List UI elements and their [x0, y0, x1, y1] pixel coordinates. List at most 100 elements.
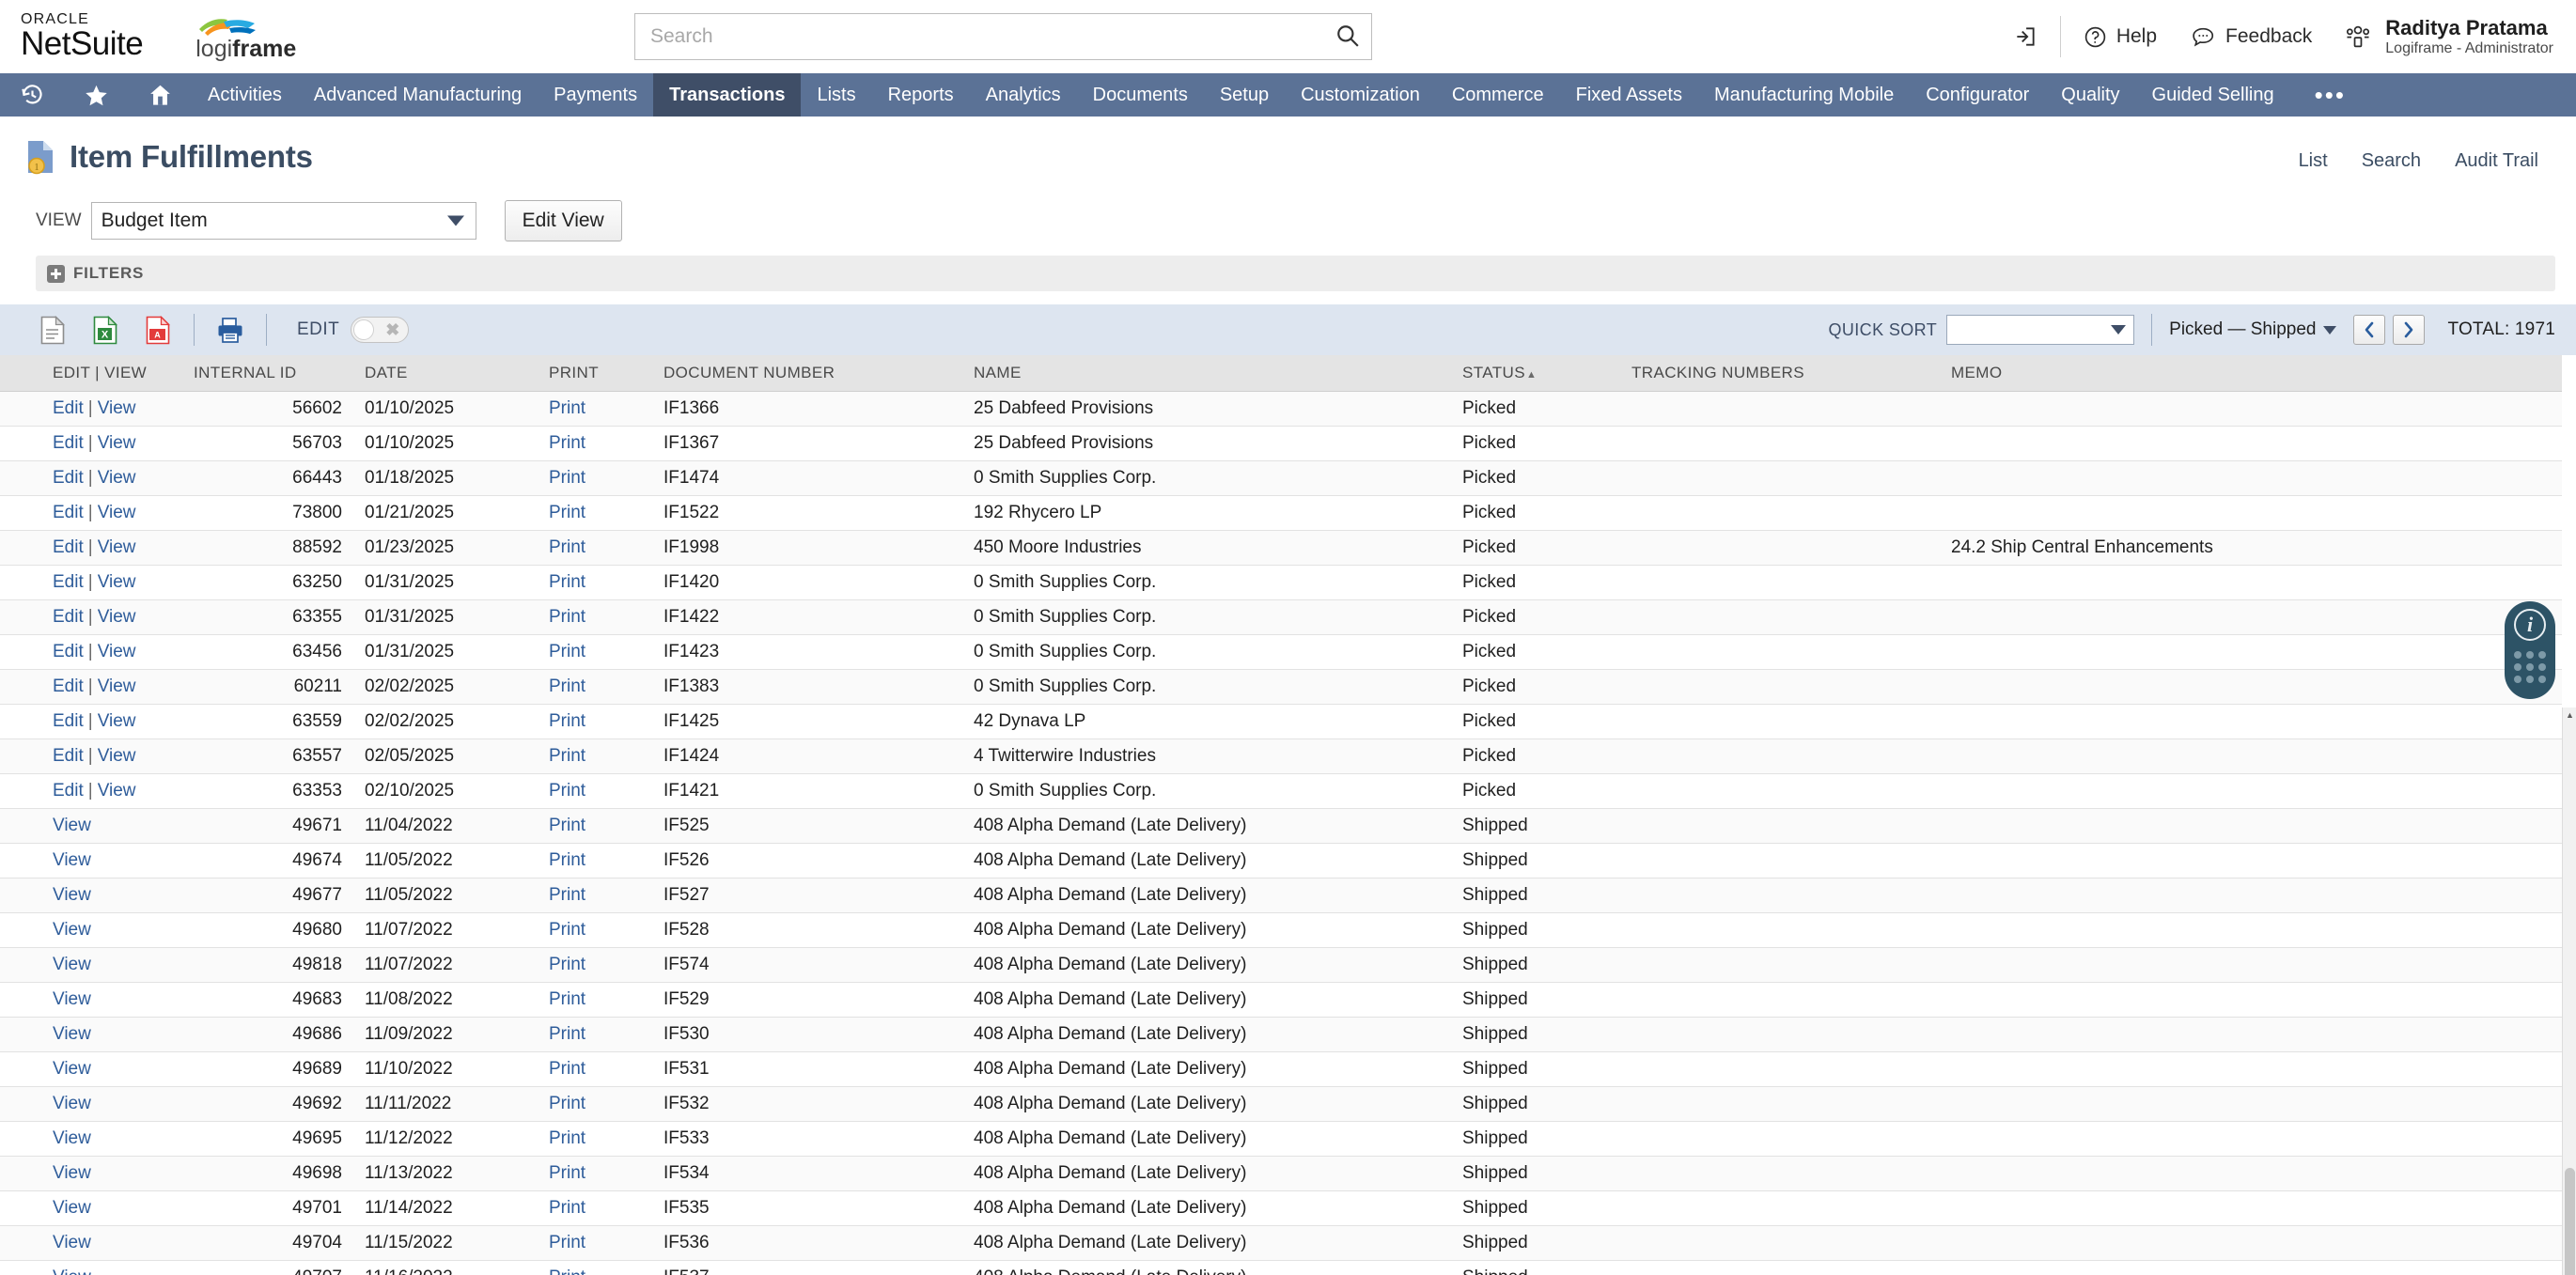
feedback-button[interactable]: Feedback	[2174, 16, 2329, 57]
cell-print-value[interactable]: Print	[549, 1059, 585, 1079]
column-header-date[interactable]: DATE	[348, 355, 536, 392]
edit-link[interactable]: Edit	[53, 676, 84, 696]
view-link[interactable]: View	[53, 1163, 91, 1183]
cell-print[interactable]: Print	[536, 1017, 658, 1052]
cell-print-value[interactable]: Print	[549, 607, 585, 627]
vertical-scrollbar[interactable]: ▲ ▼	[2562, 707, 2576, 1275]
view-select[interactable]: Budget Item	[90, 202, 476, 240]
edit-link[interactable]: Edit	[53, 746, 84, 766]
table-row[interactable]: Edit | View 63353 02/10/2025 Print IF1421 0 Smi…	[0, 773, 2562, 809]
table-row[interactable]: View 49689 11/10/2022 Print IF531 408 Alpha D…	[0, 1051, 2562, 1087]
view-link[interactable]: View	[53, 955, 91, 974]
cell-print[interactable]: Print	[536, 1260, 658, 1275]
cell-print[interactable]: Print	[536, 982, 658, 1018]
table-row[interactable]: Edit | View 73800 01/21/2025 Print IF1522 192 R…	[0, 495, 2562, 531]
cell-print[interactable]: Print	[536, 426, 658, 461]
cell-print[interactable]: Print	[536, 599, 658, 635]
nav-overflow-button[interactable]: •••	[2290, 73, 2370, 117]
cell-print[interactable]: Print	[536, 1086, 658, 1122]
table-row[interactable]: View 49701 11/14/2022 Print IF535 408 Alpha D…	[0, 1190, 2562, 1226]
view-link[interactable]: View	[53, 1233, 91, 1252]
nav-item-reports[interactable]: Reports	[872, 73, 970, 117]
view-link[interactable]: View	[53, 1128, 91, 1148]
cell-print-value[interactable]: Print	[549, 537, 585, 557]
view-link[interactable]: View	[98, 711, 136, 731]
table-row[interactable]: View 49818 11/07/2022 Print IF574 408 Alpha D…	[0, 947, 2562, 983]
cell-print[interactable]: Print	[536, 808, 658, 844]
search-icon[interactable]	[1333, 22, 1363, 52]
column-header-name[interactable]: NAME	[968, 355, 1457, 392]
view-link[interactable]: View	[53, 1059, 91, 1079]
edit-link[interactable]: Edit	[53, 433, 84, 453]
view-link[interactable]: View	[98, 468, 136, 488]
previous-page-button[interactable]	[2353, 315, 2386, 345]
table-row[interactable]: View 49680 11/07/2022 Print IF528 408 Alpha D…	[0, 912, 2562, 948]
view-link[interactable]: View	[98, 572, 136, 592]
cell-print[interactable]: Print	[536, 1156, 658, 1191]
nav-item-activities[interactable]: Activities	[192, 73, 298, 117]
cell-print-value[interactable]: Print	[549, 468, 585, 488]
table-row[interactable]: Edit | View 63557 02/05/2025 Print IF1424 4 Twi…	[0, 739, 2562, 774]
cell-print-value[interactable]: Print	[549, 711, 585, 731]
quick-add-button[interactable]	[1996, 16, 2054, 57]
nav-item-customization[interactable]: Customization	[1285, 73, 1436, 117]
cell-print-value[interactable]: Print	[549, 955, 585, 974]
nav-item-fixed-assets[interactable]: Fixed Assets	[1560, 73, 1698, 117]
export-csv-icon[interactable]	[26, 315, 79, 345]
view-link[interactable]: View	[98, 781, 136, 801]
column-header-tracking-numbers[interactable]: TRACKING NUMBERS	[1626, 355, 1945, 392]
view-link[interactable]: View	[53, 850, 91, 870]
edit-view-button[interactable]: Edit View	[504, 200, 622, 241]
table-row[interactable]: Edit | View 56703 01/10/2025 Print IF1367 25 Da…	[0, 426, 2562, 461]
export-pdf-icon[interactable]: A	[132, 315, 184, 345]
cell-print-value[interactable]: Print	[549, 1128, 585, 1148]
cell-print[interactable]: Print	[536, 495, 658, 531]
favorites-star-icon[interactable]	[64, 73, 128, 117]
filters-toggle[interactable]: FILTERS	[36, 256, 2555, 291]
cell-print[interactable]: Print	[536, 460, 658, 496]
cell-print-value[interactable]: Print	[549, 989, 585, 1009]
edit-link[interactable]: Edit	[53, 642, 84, 661]
nav-item-advanced-manufacturing[interactable]: Advanced Manufacturing	[298, 73, 538, 117]
cell-print[interactable]: Print	[536, 530, 658, 566]
view-link[interactable]: View	[98, 607, 136, 627]
table-row[interactable]: Edit | View 63355 01/31/2025 Print IF1422 0 Smi…	[0, 599, 2562, 635]
cell-print-value[interactable]: Print	[549, 1233, 585, 1252]
nav-item-setup[interactable]: Setup	[1204, 73, 1285, 117]
edit-link[interactable]: Edit	[53, 503, 84, 522]
cell-print-value[interactable]: Print	[549, 572, 585, 592]
cell-print[interactable]: Print	[536, 773, 658, 809]
cell-print[interactable]: Print	[536, 843, 658, 879]
column-header-document-number[interactable]: DOCUMENT NUMBER	[658, 355, 968, 392]
table-row[interactable]: Edit | View 63456 01/31/2025 Print IF1423 0 Smi…	[0, 634, 2562, 670]
nav-item-configurator[interactable]: Configurator	[1910, 73, 2045, 117]
nav-item-quality[interactable]: Quality	[2045, 73, 2135, 117]
chevron-down-icon[interactable]	[2323, 325, 2337, 334]
help-button[interactable]: Help	[2067, 16, 2174, 57]
cell-print-value[interactable]: Print	[549, 1024, 585, 1044]
column-header-memo[interactable]: MEMO	[1945, 355, 2562, 392]
nav-item-lists[interactable]: Lists	[801, 73, 871, 117]
cell-print-value[interactable]: Print	[549, 1198, 585, 1218]
print-icon[interactable]	[204, 317, 257, 344]
cell-print[interactable]: Print	[536, 739, 658, 774]
column-header-print[interactable]: PRINT	[536, 355, 658, 392]
view-link[interactable]: View	[53, 989, 91, 1009]
inline-edit-toggle[interactable]: ✖	[351, 317, 410, 343]
cell-print-value[interactable]: Print	[549, 1267, 585, 1275]
quick-sort-select[interactable]	[1946, 315, 2135, 345]
view-link[interactable]: View	[53, 920, 91, 940]
global-search[interactable]	[634, 13, 1372, 60]
cell-print-value[interactable]: Print	[549, 503, 585, 522]
cell-print-value[interactable]: Print	[549, 1163, 585, 1183]
view-link[interactable]: View	[53, 816, 91, 835]
view-link[interactable]: View	[98, 676, 136, 696]
cell-print-value[interactable]: Print	[549, 781, 585, 801]
table-row[interactable]: Edit | View 66443 01/18/2025 Print IF1474 0 Smi…	[0, 460, 2562, 496]
view-link[interactable]: View	[53, 1094, 91, 1113]
nav-item-manufacturing-mobile[interactable]: Manufacturing Mobile	[1698, 73, 1910, 117]
search-input[interactable]	[634, 13, 1372, 60]
brand-logo[interactable]: ORACLE NetSuite logiframe	[21, 11, 296, 62]
cell-print[interactable]: Print	[536, 391, 658, 427]
edit-link[interactable]: Edit	[53, 398, 84, 418]
